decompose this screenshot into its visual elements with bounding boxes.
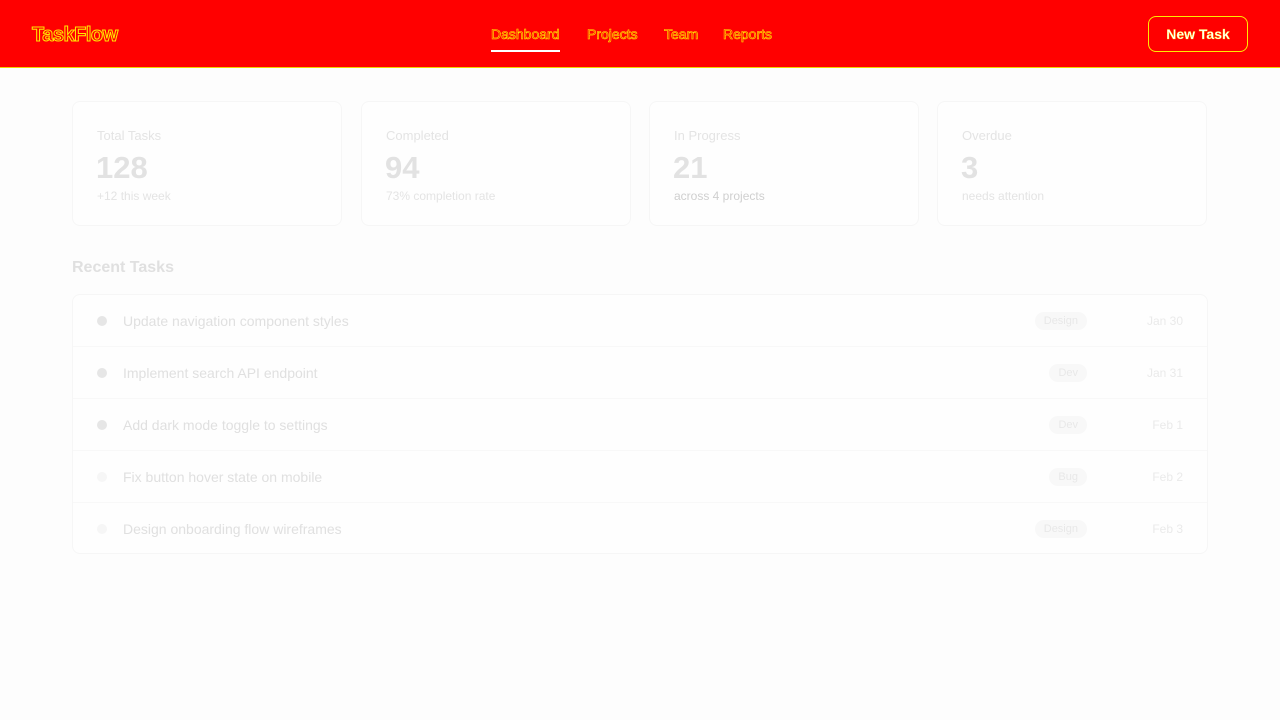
task-row[interactable]: Design onboarding flow wireframes Design…: [73, 503, 1207, 555]
status-dot-icon: [97, 420, 107, 430]
task-title: Design onboarding flow wireframes: [123, 521, 342, 537]
task-date: Feb 3: [1152, 522, 1183, 536]
status-dot-icon: [97, 524, 107, 534]
task-tag-badge: Dev: [1049, 416, 1087, 434]
status-dot-icon: [97, 368, 107, 378]
task-date: Jan 30: [1146, 314, 1183, 328]
recent-tasks-heading: Recent Tasks: [72, 259, 174, 276]
status-dot-icon: [97, 316, 107, 326]
task-title: Update navigation component styles: [123, 313, 349, 329]
top-header: TaskFlow Dashboard Projects Team Reports…: [0, 0, 1280, 68]
task-tag-badge: Design: [1034, 520, 1087, 538]
task-tag-badge: Dev: [1049, 364, 1087, 382]
stat-subtext: 73% completion rate: [386, 189, 496, 203]
stat-card-overdue: Overdue 3 needs attention: [937, 101, 1207, 226]
nav-item-reports[interactable]: Reports: [723, 25, 773, 43]
task-title: Implement search API endpoint: [123, 365, 318, 381]
task-title: Add dark mode toggle to settings: [123, 417, 328, 433]
task-date: Jan 31: [1146, 366, 1183, 380]
stat-value: 3: [961, 150, 979, 185]
task-title: Fix button hover state on mobile: [123, 469, 323, 485]
task-row[interactable]: Update navigation component styles Desig…: [73, 295, 1207, 347]
task-date: Feb 1: [1152, 418, 1183, 432]
stat-card-total: Total Tasks 128 +12 this week: [72, 101, 342, 226]
new-task-button[interactable]: New Task: [1148, 16, 1248, 52]
stat-label: In Progress: [674, 128, 741, 143]
task-date: Feb 2: [1152, 470, 1183, 484]
stat-value: 94: [385, 150, 420, 185]
task-tag-badge: Design: [1034, 312, 1087, 330]
stat-subtext: +12 this week: [97, 189, 171, 203]
stat-label: Total Tasks: [97, 128, 162, 143]
task-row[interactable]: Implement search API endpoint Dev Jan 31: [73, 347, 1207, 399]
stat-label: Overdue: [962, 128, 1012, 143]
status-dot-icon: [97, 472, 107, 482]
stat-card-in-progress: In Progress 21 across 4 projects: [649, 101, 919, 226]
stat-subtext: needs attention: [962, 189, 1045, 203]
stat-value: 128: [96, 150, 148, 185]
nav-item-team[interactable]: Team: [664, 25, 699, 43]
task-row[interactable]: Fix button hover state on mobile Bug Feb…: [73, 451, 1207, 503]
main-nav: Dashboard Projects Team Reports: [0, 0, 1280, 68]
recent-tasks-list: Update navigation component styles Desig…: [72, 294, 1208, 554]
nav-item-dashboard[interactable]: Dashboard: [491, 25, 560, 52]
stat-value: 21: [673, 150, 708, 185]
stat-card-completed: Completed 94 73% completion rate: [361, 101, 631, 226]
stat-subtext: across 4 projects: [674, 189, 765, 203]
task-row[interactable]: Add dark mode toggle to settings Dev Feb…: [73, 399, 1207, 451]
task-tag-badge: Bug: [1049, 468, 1087, 486]
nav-item-projects[interactable]: Projects: [587, 25, 638, 43]
stat-label: Completed: [386, 128, 449, 143]
